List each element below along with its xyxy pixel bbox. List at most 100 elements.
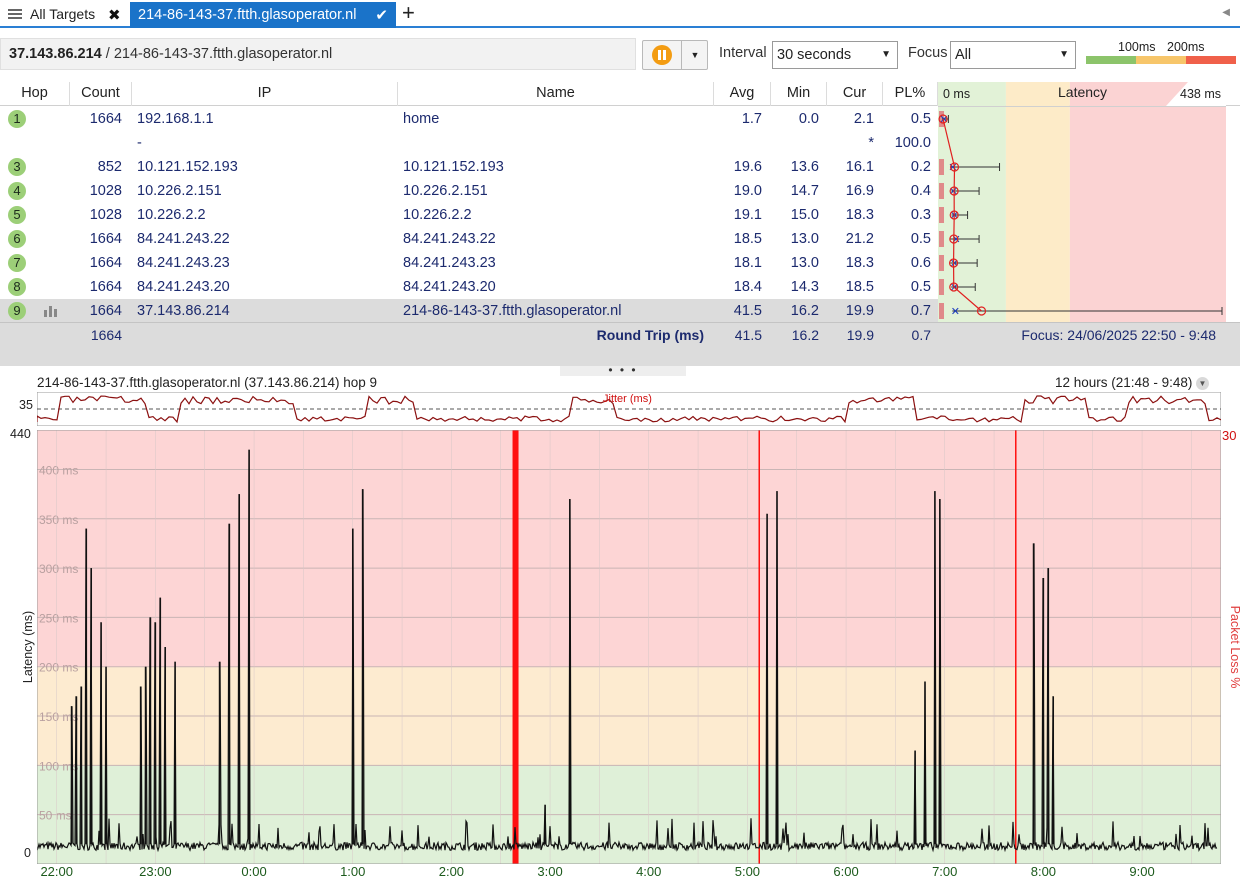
scroll-left-icon[interactable]: ◀ [1222,7,1230,18]
cell-avg: 41.5 [733,303,762,319]
hop-number: 7 [8,254,26,272]
summary-label: Round Trip (ms) [596,327,704,343]
grid-label: 200 ms [39,661,78,675]
cell-name: 84.241.243.22 [403,231,496,247]
col-avg[interactable]: Avg [714,82,771,106]
interval-select[interactable]: 30 seconds ▼ [772,41,898,69]
chevron-down-icon[interactable]: ▼ [681,41,708,69]
add-tab-icon[interactable]: + [402,2,415,24]
app-window: All Targets ✖ 214-86-143-37.ftth.glasope… [0,0,1240,886]
x-tick-label: 6:00 [833,864,859,879]
graph-range[interactable]: 12 hours (21:48 - 9:48) [1055,375,1192,390]
latency-column-graph: ✕✕✕✕✕✕✕✕ [938,82,1226,324]
cell-min: 13.0 [790,231,819,247]
col-ip[interactable]: IP [132,82,398,106]
header-divider [938,106,1226,107]
check-icon[interactable]: ✔ [375,6,388,24]
col-hop[interactable]: Hop [0,82,70,106]
close-icon[interactable]: ✖ [108,6,121,24]
cell-avg: 19.0 [733,183,762,199]
x-tick-label: 23:00 [139,864,172,879]
col-pl[interactable]: PL% [883,82,938,106]
graph-title: 214-86-143-37.ftth.glasoperator.nl (37.1… [37,375,377,390]
cell-name: home [403,111,440,127]
latency-legend-bar [1086,56,1236,64]
cell-avg [714,131,762,155]
chevron-down-icon: ▼ [1059,49,1069,60]
cell-ip: 84.241.243.23 [137,255,230,271]
cell-cur: 21.2 [845,231,874,247]
cell-cur: * [868,135,874,151]
summary-pl: 0.7 [911,327,931,343]
legend-200-label: 200ms [1167,40,1205,54]
cell-pl: 0.2 [910,159,931,175]
hop-number: 8 [8,278,26,296]
table-row[interactable]: 9 1664 37.143.86.214 214-86-143-37.ftth.gla… [0,299,938,323]
cur-marker: ✕ [951,305,960,318]
cell-cur: 16.9 [845,183,874,199]
legend-100-label: 100ms [1118,40,1156,54]
address-bar[interactable]: 37.143.86.214 / 214-86-143-37.ftth.glaso… [0,38,636,70]
y-max-label: 440 [10,427,31,441]
col-count[interactable]: Count [70,82,132,106]
cell-ip: 10.226.2.2 [137,207,206,223]
table-row[interactable]: 4 1028 10.226.2.151 10.226.2.151 19.0 14.7 16.… [0,179,938,203]
grid-label: 350 ms [39,513,78,527]
bar-chart-icon[interactable] [43,305,59,321]
col-cur[interactable]: Cur [827,82,883,106]
focus-value: All [955,47,972,63]
cell-count: 1664 [89,279,122,295]
cell-count [70,131,122,155]
loss-bar [939,207,944,223]
col-min[interactable]: Min [771,82,827,106]
interval-label: Interval [719,45,767,61]
jitter-label: Jitter (ms) [603,393,652,405]
y-axis-label: Latency (ms) [21,610,35,684]
table-row[interactable]: 7 1664 84.241.243.23 84.241.243.23 18.1 13.0 1… [0,251,938,275]
chevron-down-icon: ▼ [881,49,891,60]
summary-min: 16.2 [791,327,819,343]
chevron-down-icon[interactable]: ▼ [1196,377,1209,390]
table-row[interactable]: 6 1664 84.241.243.22 84.241.243.22 18.5 13.0 2… [0,227,938,251]
latency-header[interactable]: Latency [1058,84,1107,100]
loss-bar [939,231,944,247]
table-row[interactable]: 3 852 10.121.152.193 10.121.152.193 19.6 13.6… [0,155,938,179]
tab-target[interactable]: 214-86-143-37.ftth.glasoperator.nl ✔ [130,2,396,28]
table-row[interactable]: - * 100.0 [0,131,938,155]
cell-pl: 0.3 [910,207,931,223]
cell-ip: 10.121.152.193 [137,159,238,175]
hop-number: 5 [8,206,26,224]
cell-cur: 2.1 [853,111,874,127]
summary-avg: 41.5 [734,327,762,343]
loss-bar [939,159,944,175]
summary-count: 1664 [90,327,122,343]
x-tick-label: 0:00 [241,864,267,879]
cell-avg: 18.4 [733,279,762,295]
pause-button[interactable]: ▼ [642,40,708,70]
cell-name: 10.226.2.2 [403,207,472,223]
hop-number: 3 [8,158,26,176]
table-row[interactable]: 1 1664 192.168.1.1 home 1.7 0.0 2.1 0.5 [0,107,938,131]
tab-all-label: All Targets [30,6,96,22]
list-icon [8,9,22,19]
col-name[interactable]: Name [398,82,714,106]
cell-count: 1664 [89,231,122,247]
cell-name: 84.241.243.20 [403,279,496,295]
summary-focus: Focus: 24/06/2025 22:50 - 9:48 [1021,327,1216,343]
cell-min: 16.2 [790,303,819,319]
cell-name: 10.226.2.151 [403,183,488,199]
table-row[interactable]: 5 1028 10.226.2.2 10.226.2.2 19.1 15.0 18.3 0.3 [0,203,938,227]
table-row[interactable]: 8 1664 84.241.243.20 84.241.243.20 18.4 14.3 1… [0,275,938,299]
grid-label: 50 ms [39,809,72,823]
focus-select[interactable]: All ▼ [950,41,1076,69]
loss-bar [939,279,944,295]
cell-cur: 18.3 [845,255,874,271]
cell-cur: 18.3 [845,207,874,223]
pane-splitter[interactable]: • • • [560,364,686,376]
cell-ip: 84.241.243.20 [137,279,230,295]
x-tick-label: 1:00 [340,864,366,879]
loss-bar [939,303,944,319]
cell-ip: 10.226.2.151 [137,183,222,199]
tab-target-label: 214-86-143-37.ftth.glasoperator.nl [138,7,357,23]
cell-ip: 84.241.243.22 [137,231,230,247]
